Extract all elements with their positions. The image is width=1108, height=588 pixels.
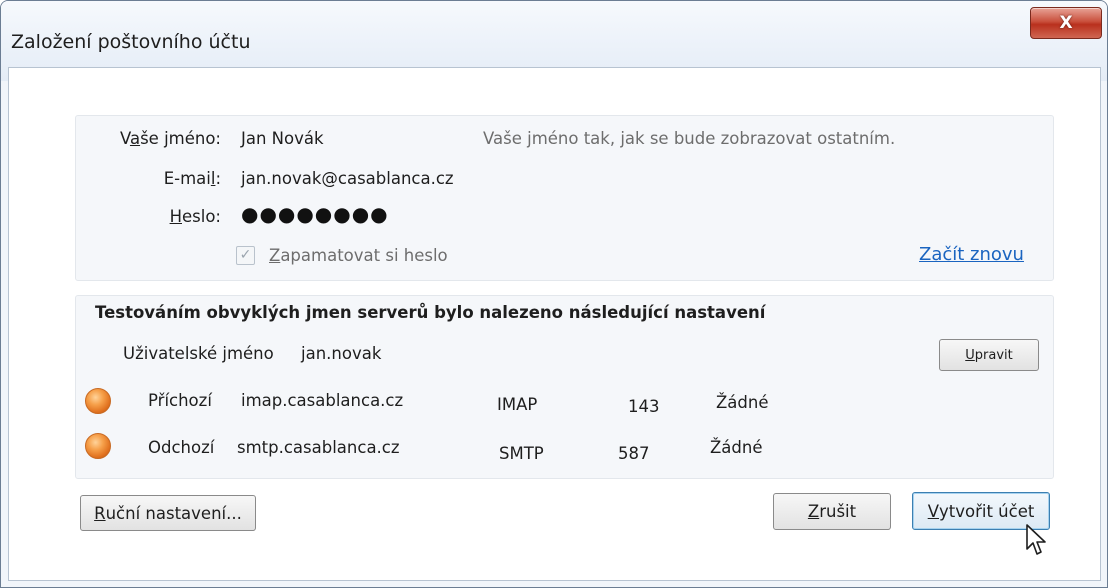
outgoing-port: 587 [618, 444, 650, 463]
outgoing-host: smtp.casablanca.cz [237, 438, 400, 457]
incoming-status-icon [85, 388, 111, 414]
server-settings-heading: Testováním obvyklých jmen serverů bylo n… [95, 303, 766, 322]
outgoing-protocol: SMTP [499, 444, 544, 463]
cancel-button[interactable]: Zrušit [773, 493, 891, 530]
name-hint: Vaše jméno tak, jak se bude zobrazovat o… [483, 129, 896, 148]
outgoing-direction: Odchozí [148, 438, 215, 457]
remember-password-checkbox[interactable]: ✓ [236, 246, 255, 265]
server-settings-panel [75, 295, 1054, 479]
close-icon: X [1059, 13, 1073, 33]
start-over-link[interactable]: Začít znovu [919, 244, 1024, 265]
outgoing-status-icon [85, 433, 111, 459]
email-label: E-mail: [163, 169, 221, 188]
password-label: Heslo: [169, 207, 221, 226]
incoming-port: 143 [628, 397, 660, 416]
manual-config-button[interactable]: Ruční nastavení... [80, 495, 256, 531]
username-value: jan.novak [301, 344, 382, 363]
incoming-security: Žádné [716, 393, 769, 412]
dialog-window: Založení poštovního účtu X Vaše jméno: J… [0, 0, 1108, 588]
mouse-cursor-icon [1026, 524, 1046, 555]
name-field[interactable]: Jan Novák [241, 129, 324, 148]
incoming-protocol: IMAP [497, 395, 538, 414]
name-label: Vaše jméno: [119, 129, 221, 148]
remember-password-label: Zapamatovat si heslo [269, 246, 448, 265]
incoming-host: imap.casablanca.cz [241, 391, 404, 410]
username-label: Uživatelské jméno [123, 344, 274, 363]
close-button[interactable]: X [1030, 7, 1102, 39]
edit-button[interactable]: Upravit [939, 339, 1039, 371]
outgoing-security: Žádné [710, 438, 763, 457]
window-title: Založení poštovního účtu [11, 31, 251, 53]
email-field[interactable]: jan.novak@casablanca.cz [241, 169, 454, 188]
incoming-direction: Příchozí [148, 391, 212, 410]
password-field[interactable]: ●●●●●●●● [241, 204, 389, 224]
